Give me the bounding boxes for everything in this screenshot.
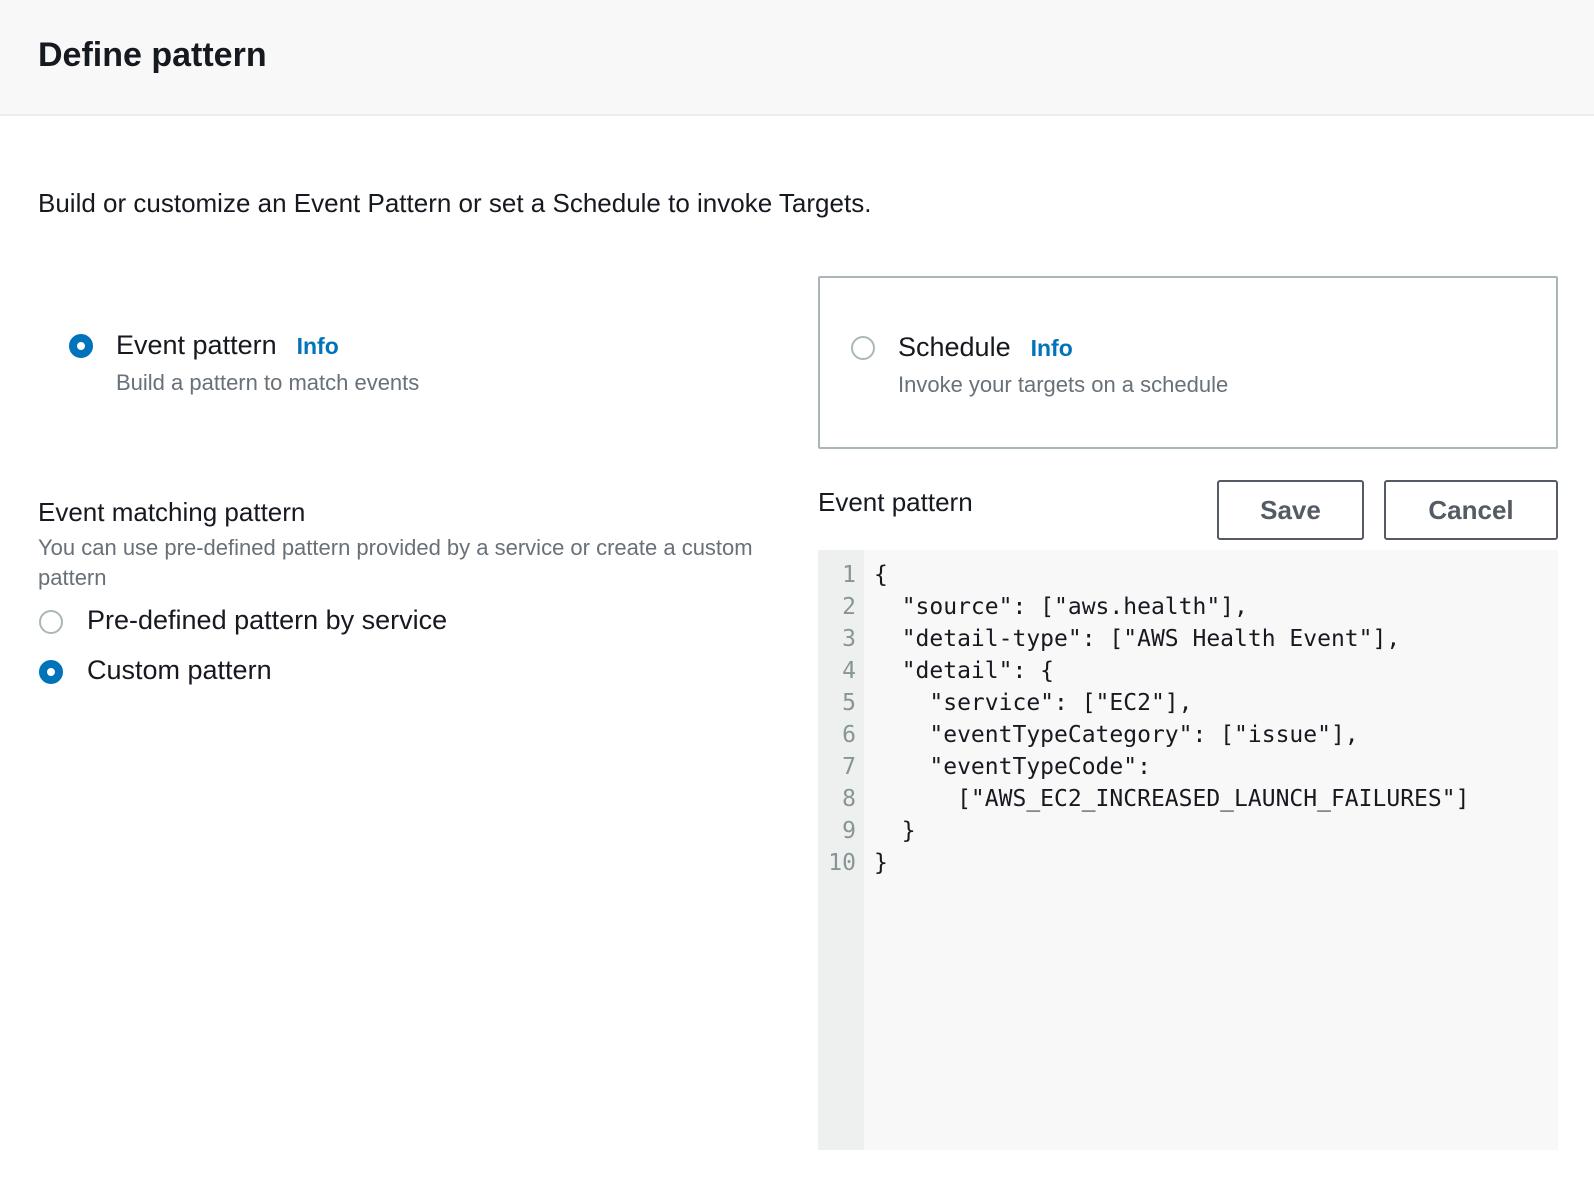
code-line: "service": ["EC2"], [874, 690, 1193, 716]
cancel-button[interactable]: Cancel [1384, 480, 1558, 540]
line-number-gutter: 1 2 3 4 5 6 7 8 9 10 [818, 550, 864, 1150]
matching-description: You can use pre-defined pattern provided… [38, 535, 753, 590]
line-number: 7 [842, 754, 856, 780]
schedule-info-link[interactable]: Info [1031, 335, 1073, 361]
schedule-label: Schedule [898, 332, 1011, 362]
matching-title: Event matching pattern [38, 497, 306, 527]
predefined-pattern-radio[interactable] [39, 610, 63, 634]
save-button[interactable]: Save [1217, 480, 1364, 540]
code-line: "detail": { [874, 658, 1055, 684]
line-number: 5 [842, 690, 856, 716]
line-number: 6 [842, 722, 856, 748]
page-description: Build or customize an Event Pattern or s… [38, 188, 872, 218]
line-number: 3 [842, 626, 856, 652]
line-number: 10 [828, 850, 856, 876]
line-number: 9 [842, 818, 856, 844]
code-line: "eventTypeCategory": ["issue"], [874, 722, 1359, 748]
line-number: 2 [842, 594, 856, 620]
page-header: Define pattern [0, 0, 1594, 116]
predefined-pattern-label[interactable]: Pre-defined pattern by service [87, 605, 447, 636]
event-pattern-description: Build a pattern to match events [116, 370, 420, 395]
code-line: "detail-type": ["AWS Health Event"], [874, 626, 1401, 652]
event-pattern-label: Event pattern [116, 330, 277, 360]
event-pattern-editor[interactable]: 1 2 3 4 5 6 7 8 9 10 { "source": ["aws.health"], … [818, 550, 1558, 1150]
code-line: } [874, 818, 916, 844]
code-line: "eventTypeCode": [874, 754, 1151, 780]
editor-title: Event pattern [818, 487, 973, 517]
custom-pattern-radio[interactable] [39, 660, 63, 684]
event-pattern-radio[interactable] [69, 334, 93, 358]
line-number: 8 [842, 786, 856, 812]
schedule-description: Invoke your targets on a schedule [898, 372, 1229, 397]
code-line: "source": ["aws.health"], [874, 594, 1248, 620]
line-number: 4 [842, 658, 856, 684]
custom-pattern-label[interactable]: Custom pattern [87, 655, 272, 686]
schedule-radio[interactable] [851, 336, 875, 360]
line-number: 1 [842, 562, 856, 588]
event-pattern-info-link[interactable]: Info [297, 333, 339, 359]
code-line: ["AWS_EC2_INCREASED_LAUNCH_FAILURES"] [874, 786, 1470, 812]
code-line: } [874, 850, 888, 876]
code-line: { [874, 562, 888, 588]
page-title: Define pattern [38, 36, 267, 74]
